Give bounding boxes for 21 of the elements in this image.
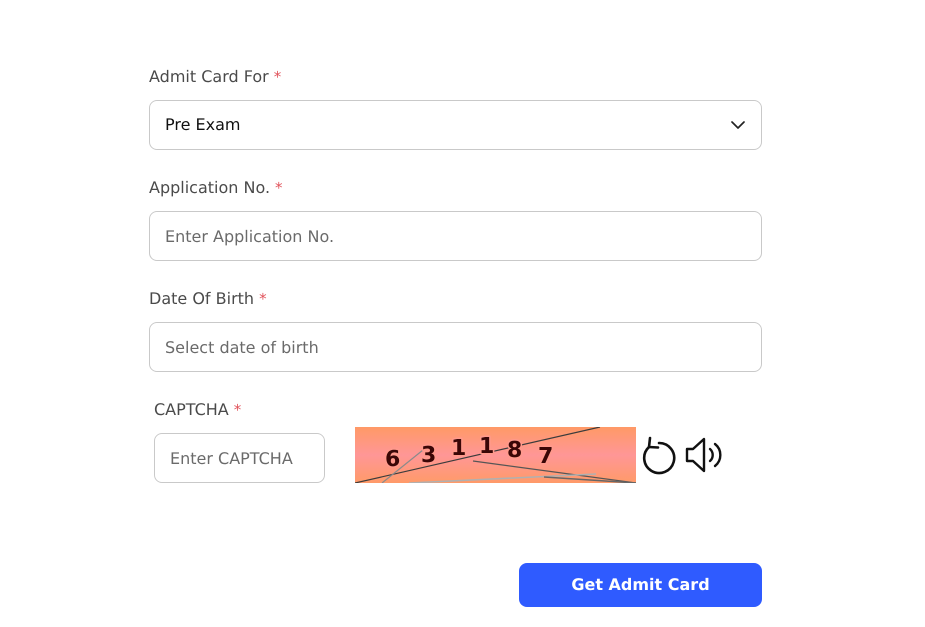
field-label: Admit Card For [149, 66, 269, 88]
required-mark: * [275, 178, 283, 199]
field-label: Date Of Birth [149, 288, 254, 310]
get-admit-card-button[interactable]: Get Admit Card [519, 563, 762, 607]
captcha-field[interactable]: Enter CAPTCHA [154, 433, 325, 483]
field-label: Application No. [149, 177, 270, 199]
required-mark: * [234, 400, 242, 421]
captcha-character: 1 [451, 436, 466, 461]
captcha-character: 6 [385, 447, 400, 472]
captcha-character: 3 [421, 443, 436, 468]
chevron-down-icon [731, 121, 745, 129]
required-mark: * [274, 67, 282, 88]
input-field[interactable]: Select date of birth [149, 322, 762, 372]
captcha-character: 7 [538, 444, 554, 469]
exam-select[interactable]: Pre Exam [149, 100, 762, 150]
captcha-character: 1 [479, 434, 494, 459]
input-field[interactable]: Enter Application No. [149, 211, 762, 261]
required-mark: * [259, 289, 267, 310]
refresh-icon[interactable] [642, 435, 676, 475]
field-label: CAPTCHA [154, 399, 229, 421]
speaker-icon[interactable] [684, 435, 722, 475]
